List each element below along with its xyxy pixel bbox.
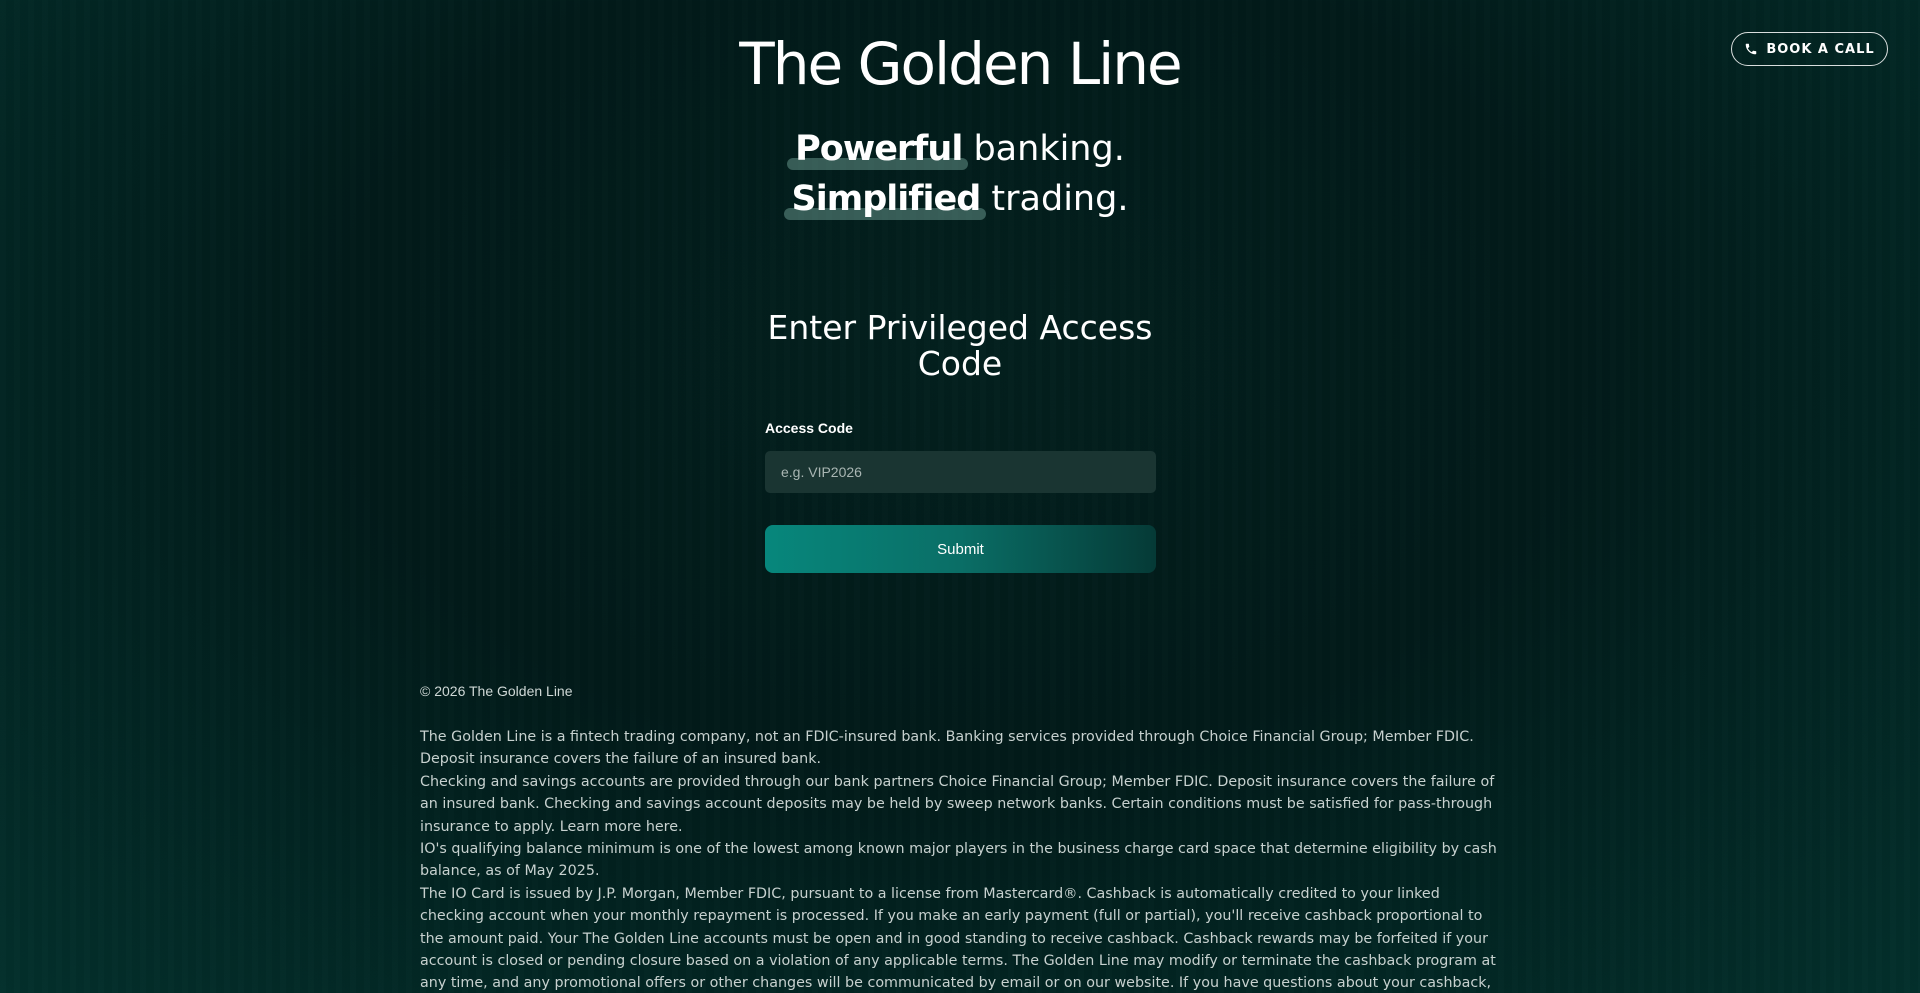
- tagline-line-1: Powerful banking.: [0, 124, 1920, 174]
- tagline-highlight-simplified: Simplified: [783, 174, 987, 224]
- disclaimer-paragraph: The Golden Line is a fintech trading com…: [420, 729, 1474, 768]
- disclaimer-paragraph: IO's qualifying balance minimum is one o…: [420, 841, 1497, 880]
- submit-button[interactable]: Submit: [765, 525, 1156, 573]
- copyright-text: © 2026 The Golden Line: [420, 683, 573, 699]
- disclaimer-paragraph: Checking and savings accounts are provid…: [420, 773, 1495, 835]
- access-code-input[interactable]: [765, 451, 1156, 493]
- disclaimer-paragraph: The IO Card is issued by J.P. Morgan, Me…: [420, 885, 1496, 992]
- footer: © 2026 The Golden Line The Golden Line i…: [420, 683, 1500, 993]
- brand-title: The Golden Line: [739, 30, 1182, 98]
- tagline-text-banking: banking.: [973, 129, 1125, 169]
- tagline-highlight-powerful: Powerful: [787, 124, 969, 174]
- access-code-label: Access Code: [765, 420, 853, 436]
- access-code-card: Enter Privileged Access Code Access Code…: [730, 290, 1190, 610]
- tagline-line-2: Simplified trading.: [0, 174, 1920, 224]
- tagline: Powerful banking. Simplified trading.: [0, 124, 1920, 224]
- tagline-text-trading: trading.: [991, 179, 1129, 219]
- access-form-title: Enter Privileged Access Code: [767, 308, 1153, 383]
